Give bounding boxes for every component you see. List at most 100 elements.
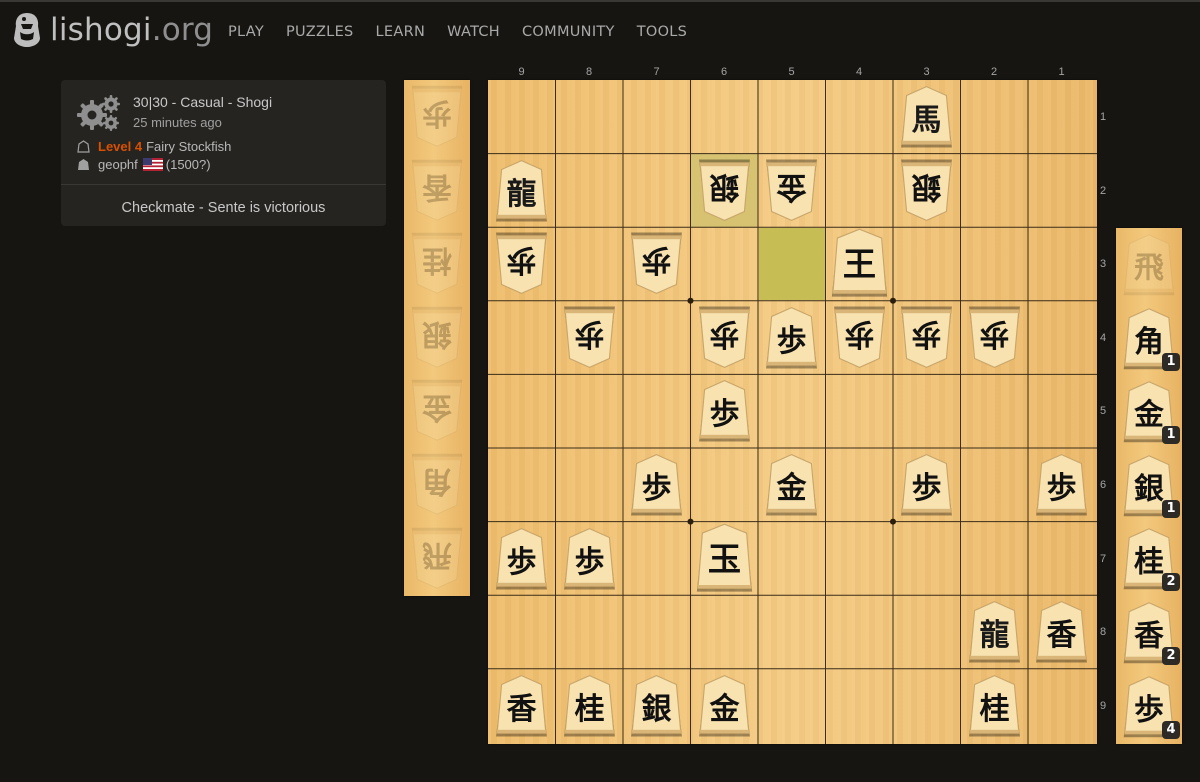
gote-pawn-piece[interactable]: 歩 [961, 301, 1028, 374]
svg-text:龍: 龍 [507, 176, 537, 211]
game-result: Checkmate - Sente is victorious [121, 200, 326, 216]
logo-icon [14, 13, 40, 47]
sente-pawn-piece[interactable]: 歩 [758, 301, 825, 374]
svg-text:銀: 銀 [422, 316, 452, 351]
svg-text:桂: 桂 [422, 242, 452, 277]
gote-pawn-piece[interactable]: 歩 [826, 301, 893, 374]
svg-text:飛: 飛 [422, 537, 452, 572]
svg-text:歩: 歩 [1047, 471, 1077, 506]
svg-text:歩: 歩 [507, 544, 537, 579]
hand-count-badge: 1 [1162, 499, 1180, 518]
file-label: 5 [788, 66, 795, 78]
svg-text:歩: 歩 [912, 471, 942, 506]
game-info-card: 30|30 - Casual - Shogi 25 minutes ago Le… [61, 80, 386, 226]
sente-hand-gold-piece[interactable]: 金1 [1116, 375, 1182, 448]
sente-lance-piece[interactable]: 香 [1028, 595, 1095, 668]
gote-pawn-piece[interactable]: 歩 [488, 227, 555, 300]
rank-label: 9 [1099, 699, 1107, 712]
logo-tld: .org [151, 12, 214, 48]
sente-dragon-piece[interactable]: 龍 [488, 154, 555, 227]
svg-text:歩: 歩 [1134, 692, 1164, 727]
sente-king-piece[interactable]: 玉 [691, 522, 758, 595]
hand-count-badge: 1 [1162, 352, 1180, 371]
hand-count-badge: 2 [1162, 573, 1180, 592]
gote-hand-bishop-slot: 角 [404, 448, 470, 521]
sente-hand-pawn-piece[interactable]: 歩4 [1116, 670, 1182, 743]
nav-tools[interactable]: TOOLS [637, 24, 687, 40]
site-logo[interactable]: lishogi.org [12, 12, 213, 48]
file-label: 7 [653, 66, 660, 78]
us-flag-icon [142, 158, 163, 171]
svg-text:歩: 歩 [574, 316, 604, 351]
sente-hand-bishop-piece[interactable]: 角1 [1116, 302, 1182, 375]
rank-label: 7 [1099, 552, 1107, 565]
gote-pawn-piece[interactable]: 歩 [556, 301, 623, 374]
sente-horse-piece[interactable]: 馬 [893, 80, 960, 153]
svg-text:龍: 龍 [979, 618, 1009, 653]
svg-text:王: 王 [842, 245, 875, 284]
sente-pawn-piece[interactable]: 歩 [556, 522, 623, 595]
rank-label: 1 [1099, 111, 1107, 123]
sente-silver-piece[interactable]: 銀 [623, 669, 690, 742]
nav-watch[interactable]: WATCH [447, 24, 500, 40]
rank-label: 4 [1099, 331, 1107, 344]
nav-puzzles[interactable]: PUZZLES [286, 24, 354, 40]
sente-king-piece[interactable]: 王 [826, 227, 893, 300]
gote-pawn-piece[interactable]: 歩 [893, 301, 960, 374]
main-nav: PLAY PUZZLES LEARN WATCH COMMUNITY TOOLS [228, 24, 709, 40]
gote-hand-knight-slot: 桂 [404, 227, 470, 300]
gote-pawn-piece[interactable]: 歩 [623, 227, 690, 300]
gote-silver-piece[interactable]: 銀 [893, 154, 960, 227]
svg-text:歩: 歩 [979, 316, 1009, 351]
svg-text:歩: 歩 [642, 471, 672, 506]
sente-hand-knight-piece[interactable]: 桂2 [1116, 522, 1182, 595]
svg-text:香: 香 [1047, 618, 1077, 653]
sente-knight-piece[interactable]: 桂 [556, 669, 623, 742]
gote-pawn-piece[interactable]: 歩 [691, 301, 758, 374]
svg-text:金: 金 [775, 169, 807, 204]
svg-text:角: 角 [422, 463, 452, 498]
svg-text:香: 香 [1134, 619, 1164, 654]
gote-hand: 歩香桂銀金角飛 [404, 80, 470, 596]
file-label: 3 [923, 66, 930, 78]
sente-dragon-piece[interactable]: 龍 [961, 595, 1028, 668]
game-time[interactable]: 25 minutes ago [133, 115, 222, 130]
sente-hand-silver-piece[interactable]: 銀1 [1116, 449, 1182, 522]
gear-icon [77, 95, 120, 131]
svg-text:歩: 歩 [777, 324, 807, 359]
svg-text:銀: 銀 [911, 169, 941, 204]
sente-pawn-piece[interactable]: 歩 [623, 448, 690, 521]
sente-gold-piece[interactable]: 金 [691, 669, 758, 742]
file-label: 8 [585, 66, 593, 78]
nav-learn[interactable]: LEARN [376, 24, 426, 40]
gote-silver-piece[interactable]: 銀 [691, 154, 758, 227]
file-label: 2 [990, 66, 998, 78]
sente-pawn-piece[interactable]: 歩 [488, 522, 555, 595]
sente-pawn-piece[interactable]: 歩 [893, 448, 960, 521]
gote-hand-pawn-slot: 歩 [404, 80, 470, 153]
sente-hand-lance-piece[interactable]: 香2 [1116, 596, 1182, 669]
nav-play[interactable]: PLAY [228, 24, 264, 40]
sente-lance-piece[interactable]: 香 [488, 669, 555, 742]
sente-pawn-piece[interactable]: 歩 [691, 374, 758, 447]
file-label: 1 [1058, 66, 1065, 78]
game-title: 30|30 - Casual - Shogi [133, 94, 273, 110]
svg-text:歩: 歩 [709, 316, 739, 351]
svg-text:銀: 銀 [1134, 471, 1164, 506]
sente-pawn-piece[interactable]: 歩 [1028, 448, 1095, 521]
gote-piece-icon [77, 140, 90, 153]
gote-gold-piece[interactable]: 金 [758, 154, 825, 227]
svg-text:玉: 玉 [707, 539, 740, 578]
svg-text:歩: 歩 [507, 242, 537, 277]
svg-text:角: 角 [1134, 324, 1164, 359]
shogi-board[interactable]: 馬龍銀金銀歩歩王歩歩歩歩歩歩歩歩金歩歩歩歩玉龍香香桂銀金桂 [488, 80, 1097, 744]
svg-text:馬: 馬 [912, 103, 942, 138]
file-label: 6 [720, 66, 728, 78]
sente-knight-piece[interactable]: 桂 [961, 669, 1028, 742]
player-name[interactable]: geophf [98, 157, 138, 172]
svg-text:銀: 銀 [709, 169, 739, 204]
ai-name: Fairy Stockfish [146, 139, 232, 154]
nav-community[interactable]: COMMUNITY [522, 24, 615, 40]
sente-gold-piece[interactable]: 金 [758, 448, 825, 521]
rank-label: 5 [1099, 405, 1107, 418]
